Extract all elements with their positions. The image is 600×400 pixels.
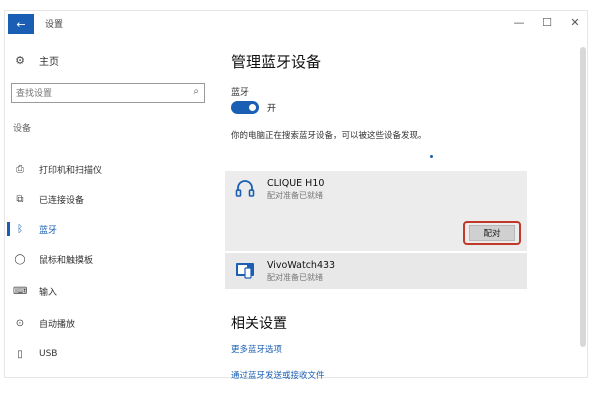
related-settings-title: 相关设置	[231, 316, 287, 332]
search-icon[interactable]: ⌕	[193, 86, 199, 97]
sidebar-item-connected-devices[interactable]: ⧉ 已连接设备	[5, 188, 210, 210]
maximize-button[interactable]: ☐	[537, 16, 557, 29]
mouse-icon: ◯	[14, 253, 26, 265]
sidebar-section-title: 设备	[13, 124, 32, 134]
more-bluetooth-options-link[interactable]: 更多蓝牙选项	[231, 343, 282, 355]
sidebar-item-usb[interactable]: ▯ USB	[5, 343, 210, 365]
window-title: 设置	[45, 20, 64, 30]
sidebar-item-label: 打印机和扫描仪	[39, 165, 103, 176]
usb-icon: ▯	[17, 348, 23, 360]
search-box: ⌕	[11, 83, 205, 103]
progress-dot	[430, 155, 433, 158]
device-item-vivowatch433[interactable]: VivoWatch433 配对准备已就绪	[225, 253, 527, 289]
sidebar-item-printers[interactable]: ⎙ 打印机和扫描仪	[5, 158, 210, 180]
device-name: VivoWatch433	[267, 259, 336, 271]
sidebar-item-label: USB	[39, 349, 58, 359]
bluetooth-toggle[interactable]	[231, 101, 259, 114]
device-item-clique-h10[interactable]: CLIQUE H10 配对准备已就绪	[225, 171, 527, 207]
discover-status-text: 你的电脑正在搜索蓝牙设备，可以被这些设备发现。	[231, 131, 427, 141]
sidebar-item-label: 自动播放	[39, 319, 76, 330]
sidebar-item-label: 主页	[39, 57, 59, 68]
printer-icon: ⎙	[16, 163, 24, 175]
headset-icon	[233, 177, 257, 201]
sidebar-item-label: 蓝牙	[39, 225, 58, 236]
page-title: 管理蓝牙设备	[231, 53, 322, 71]
bluetooth-label: 蓝牙	[231, 88, 250, 98]
sidebar-item-label: 已连接设备	[39, 195, 85, 206]
toggle-state-label: 开	[267, 104, 277, 114]
search-input[interactable]	[16, 87, 176, 100]
device-status: 配对准备已就绪	[267, 272, 323, 282]
sidebar: ⚙ 主页 ⌕ 设备 ⎙ 打印机和扫描仪 ⧉ 已连接设备 ᛒ 蓝牙 ◯ 鼠标和触摸…	[5, 43, 210, 379]
device-name: CLIQUE H10	[267, 177, 325, 189]
minimize-button[interactable]: —	[509, 16, 529, 29]
keyboard-icon: ⌨	[13, 285, 28, 297]
back-button[interactable]: ←	[8, 14, 34, 34]
title-bar: ← 设置 — ☐ ✕	[5, 11, 587, 43]
sidebar-item-typing[interactable]: ⌨ 输入	[5, 280, 210, 302]
pair-button-highlight: 配对	[463, 221, 521, 245]
device-status: 配对准备已就绪	[267, 190, 323, 200]
toggle-knob	[249, 104, 256, 111]
settings-window: ← 设置 — ☐ ✕ ⚙ 主页 ⌕ 设备 ⎙ 打印机和扫描仪 ⧉ 已连接设备 ᛒ…	[4, 10, 588, 381]
sidebar-item-bluetooth[interactable]: ᛒ 蓝牙	[5, 218, 210, 240]
back-arrow-icon: ←	[16, 17, 26, 31]
sidebar-item-label: 鼠标和触摸板	[39, 255, 94, 266]
main-content: 管理蓝牙设备 蓝牙 开 你的电脑正在搜索蓝牙设备，可以被这些设备发现。 CLIQ…	[223, 43, 579, 381]
close-button[interactable]: ✕	[565, 16, 585, 29]
gear-icon: ⚙	[15, 54, 25, 67]
connected-devices-icon: ⧉	[16, 193, 24, 205]
sidebar-item-autoplay[interactable]: ⊙ 自动播放	[5, 312, 210, 334]
bluetooth-icon: ᛒ	[17, 223, 23, 235]
send-receive-files-link[interactable]: 通过蓝牙发送或接收文件	[231, 369, 325, 381]
sidebar-item-label: 输入	[39, 287, 58, 298]
sidebar-item-mouse[interactable]: ◯ 鼠标和触摸板	[5, 248, 210, 270]
scrollbar[interactable]	[580, 47, 586, 347]
sidebar-item-home[interactable]: ⚙ 主页	[13, 53, 59, 68]
pair-button[interactable]: 配对	[469, 225, 515, 241]
device-icon	[233, 259, 257, 283]
autoplay-icon: ⊙	[15, 317, 25, 329]
